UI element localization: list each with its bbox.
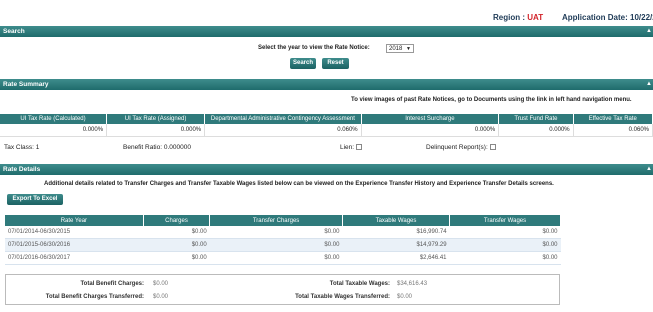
collapse-icon[interactable]: ▲ [646,79,652,90]
collapse-icon[interactable]: ▲ [646,26,652,37]
table-cell: 0.000% [361,124,500,137]
column-header: Charges [143,215,211,226]
delinquent-field: Delinquent Report(s): [426,144,496,151]
rate-details-title: Rate Details [3,166,41,173]
total-benefit-transferred-value: $0.00 [153,294,169,300]
table-cell: $0.00 [209,251,343,265]
column-header: Transfer Charges [209,215,343,226]
total-taxable-wages-label: Total Taxable Wages: [329,281,390,287]
year-prompt: Select the year to view the Rate Notice: [258,45,370,51]
year-select[interactable]: 2018 ▼ [386,44,414,53]
table-cell: 0.000% [0,124,108,137]
rate-summary-section-header[interactable]: Rate Summary ▲ [0,79,653,90]
rate-summary-table: UI Tax Rate (Calculated) UI Tax Rate (As… [0,114,653,137]
rate-summary-header-row: UI Tax Rate (Calculated) UI Tax Rate (As… [0,114,653,124]
page-header: Region : UAT Application Date: 10/22/20 [0,0,653,25]
total-taxable-transferred-value: $0.00 [397,294,413,300]
rate-notice-note: To view images of past Rate Notices, go … [351,97,632,103]
table-cell: $0.00 [449,251,561,265]
search-button[interactable]: Search [290,58,316,69]
total-benefit-transferred-label: Total Benefit Charges Transferred: [45,294,144,300]
rate-summary-title: Rate Summary [3,81,49,88]
table-cell: 0.000% [498,124,574,137]
lien-checkbox[interactable] [356,144,363,151]
total-taxable-transferred-label: Total Taxable Wages Transferred: [295,294,390,300]
rate-details-header-row: Rate Year Charges Transfer Charges Taxab… [5,215,561,226]
search-section-header[interactable]: Search ▲ [0,26,653,37]
application-date: Application Date: 10/22/20 [562,13,653,22]
rate-summary-values-row: 0.000% 0.000% 0.060% 0.000% 0.000% 0.060… [0,124,653,137]
table-cell: $0.00 [143,238,210,252]
lien-label: Lien: [340,144,355,151]
lien-field: Lien: [340,144,363,151]
total-benefit-charges-label: Total Benefit Charges: [80,281,144,287]
tax-class: Tax Class: 1 [4,144,40,151]
table-cell: 07/01/2016-06/30/2017 [5,251,144,265]
column-header: Transfer Wages [449,215,561,226]
column-header: Interest Surcharge [361,114,500,124]
table-cell: $0.00 [449,226,561,239]
total-benefit-charges-value: $0.00 [153,281,169,287]
column-header: UI Tax Rate (Assigned) [106,114,206,124]
column-header: UI Tax Rate (Calculated) [0,114,108,124]
chevron-down-icon: ▼ [406,46,411,52]
table-cell: $0.00 [143,226,210,239]
table-cell: $16,990.74 [342,226,450,239]
region-label: Region : [493,13,525,22]
totals-panel: Total Benefit Charges: $0.00 Total Benef… [5,274,560,305]
table-cell: 0.000% [106,124,206,137]
region-value: UAT [527,13,544,22]
region-indicator: Region : UAT [493,13,543,22]
column-header: Departmental Administrative Contingency … [204,114,362,124]
transfer-note: Additional details related to Transfer C… [44,181,554,187]
table-cell: $2,646.41 [342,251,450,265]
table-cell: $0.00 [143,251,210,265]
rate-details-section-header[interactable]: Rate Details ▲ [0,164,653,175]
column-header: Effective Tax Rate [573,114,653,124]
table-row: 07/01/2016-06/30/2017 $0.00 $0.00 $2,646… [5,251,561,265]
total-taxable-wages-value: $34,616.43 [397,281,428,287]
column-header: Taxable Wages [342,215,451,226]
delinquent-checkbox[interactable] [489,144,496,151]
reset-button[interactable]: Reset [322,58,349,69]
export-to-excel-button[interactable]: Export To Excel [7,194,63,205]
table-cell: 0.060% [573,124,653,137]
table-row: 07/01/2014-06/30/2015 $0.00 $0.00 $16,99… [5,226,561,239]
table-row: 07/01/2015-06/30/2016 $0.00 $0.00 $14,97… [5,238,561,252]
table-cell: $0.00 [449,238,561,252]
rate-details-table: Rate Year Charges Transfer Charges Taxab… [5,215,561,265]
benefit-ratio: Benefit Ratio: 0.000000 [123,144,191,151]
table-cell: 07/01/2014-06/30/2015 [5,226,144,239]
table-cell: $14,979.29 [342,238,450,252]
year-select-value: 2018 [389,46,403,52]
table-cell: $0.00 [209,238,343,252]
collapse-icon[interactable]: ▲ [646,164,652,175]
delinquent-label: Delinquent Report(s): [426,144,488,151]
search-section-title: Search [3,28,25,35]
column-header: Rate Year [5,215,144,226]
table-cell: $0.00 [209,226,343,239]
table-cell: 07/01/2015-06/30/2016 [5,238,144,252]
column-header: Trust Fund Rate [498,114,574,124]
table-cell: 0.060% [204,124,362,137]
